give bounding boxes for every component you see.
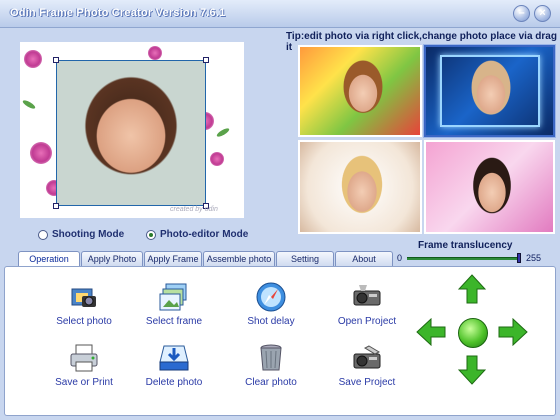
shot-delay-button[interactable]: Shot delay	[226, 281, 316, 337]
leaf-decoration	[215, 126, 231, 139]
leaf-decoration	[21, 98, 37, 111]
resize-handle[interactable]	[203, 57, 209, 63]
save-or-print-button[interactable]: Save or Print	[39, 342, 129, 398]
open-project-label: Open Project	[337, 316, 397, 327]
shot-delay-label: Shot delay	[247, 316, 295, 327]
delete-tray-icon	[159, 345, 189, 371]
tab-about[interactable]: About	[335, 251, 393, 267]
flower-decoration	[148, 46, 162, 60]
resize-handle[interactable]	[53, 57, 59, 63]
flower-decoration	[210, 152, 224, 166]
compass-timer-icon	[256, 282, 286, 312]
flower-decoration	[30, 142, 52, 164]
tab-apply-photo[interactable]: Apply Photo	[81, 251, 143, 267]
frame-thumbnail-blue[interactable]	[424, 45, 555, 137]
translucency-slider[interactable]: 0 255	[397, 252, 555, 264]
photo-editor-mode-label: Photo-editor Mode	[160, 229, 249, 240]
shooting-mode-label: Shooting Mode	[52, 229, 125, 240]
slider-track[interactable]	[407, 257, 519, 260]
trash-can-icon	[260, 344, 282, 371]
open-project-button[interactable]: Open Project	[322, 281, 412, 337]
photo-editor-mode-radio[interactable]: Photo-editor Mode	[146, 229, 248, 240]
save-or-print-label: Save or Print	[55, 377, 113, 388]
select-frame-button[interactable]: Select frame	[129, 281, 219, 337]
arrow-left-icon[interactable]	[416, 318, 446, 346]
tab-bar: Operation Apply Photo Apply Frame Assemb…	[18, 251, 393, 268]
thumbnail-photo	[462, 57, 520, 125]
resize-handle[interactable]	[53, 203, 59, 209]
photo-preview[interactable]: created by odin	[20, 42, 244, 218]
save-project-label: Save Project	[338, 377, 396, 388]
flower-decoration	[24, 50, 42, 68]
clear-photo-label: Clear photo	[245, 377, 297, 388]
minimize-button[interactable]: –	[513, 5, 530, 22]
delete-photo-label: Delete photo	[145, 377, 203, 388]
delete-photo-button[interactable]: Delete photo	[129, 342, 219, 398]
projector-open-icon	[353, 285, 381, 306]
slider-knob[interactable]	[517, 253, 521, 263]
signature: created by odin	[170, 206, 218, 213]
arrow-right-icon[interactable]	[498, 318, 528, 346]
select-frame-label: Select frame	[145, 316, 203, 327]
slider-min: 0	[397, 253, 403, 263]
select-photo-label: Select photo	[56, 316, 112, 327]
tab-setting[interactable]: Setting	[276, 251, 334, 267]
projector-save-icon	[353, 345, 381, 369]
radio-dot	[38, 229, 48, 240]
thumbnail-photo	[464, 154, 520, 224]
frame-translucency-label: Frame translucency	[418, 240, 513, 251]
clear-photo-button[interactable]: Clear photo	[226, 342, 316, 398]
frame-stack-icon	[159, 283, 187, 311]
select-photo-button[interactable]: Select photo	[39, 281, 129, 337]
arrow-down-icon[interactable]	[458, 355, 486, 385]
thumbnail-photo	[334, 57, 392, 123]
save-project-button[interactable]: Save Project	[322, 342, 412, 398]
thumbnail-photo	[332, 152, 392, 224]
frame-thumbnail-pink[interactable]	[424, 140, 555, 234]
shooting-mode-radio[interactable]: Shooting Mode	[38, 229, 124, 240]
tab-assemble-photo[interactable]: Assemble photo	[203, 251, 275, 267]
mode-selector: Shooting Mode Photo-editor Mode	[38, 229, 258, 243]
close-button[interactable]: ×	[534, 5, 551, 22]
slider-max: 255	[526, 253, 542, 263]
center-button-icon[interactable]	[458, 318, 488, 348]
title-bar: Odin Frame Photo Creator Version 7.6.1 –…	[0, 0, 560, 28]
camera-photo-icon	[71, 288, 96, 307]
tab-apply-frame[interactable]: Apply Frame	[144, 251, 202, 267]
printer-icon	[70, 344, 98, 372]
radio-dot-selected	[146, 229, 156, 240]
frame-thumbnail-fruit[interactable]	[298, 45, 422, 137]
arrow-up-icon[interactable]	[458, 274, 486, 304]
window-title: Odin Frame Photo Creator Version 7.6.1	[10, 7, 226, 19]
frame-thumbnail-oval[interactable]	[298, 140, 422, 234]
preview-photo[interactable]	[56, 60, 206, 206]
